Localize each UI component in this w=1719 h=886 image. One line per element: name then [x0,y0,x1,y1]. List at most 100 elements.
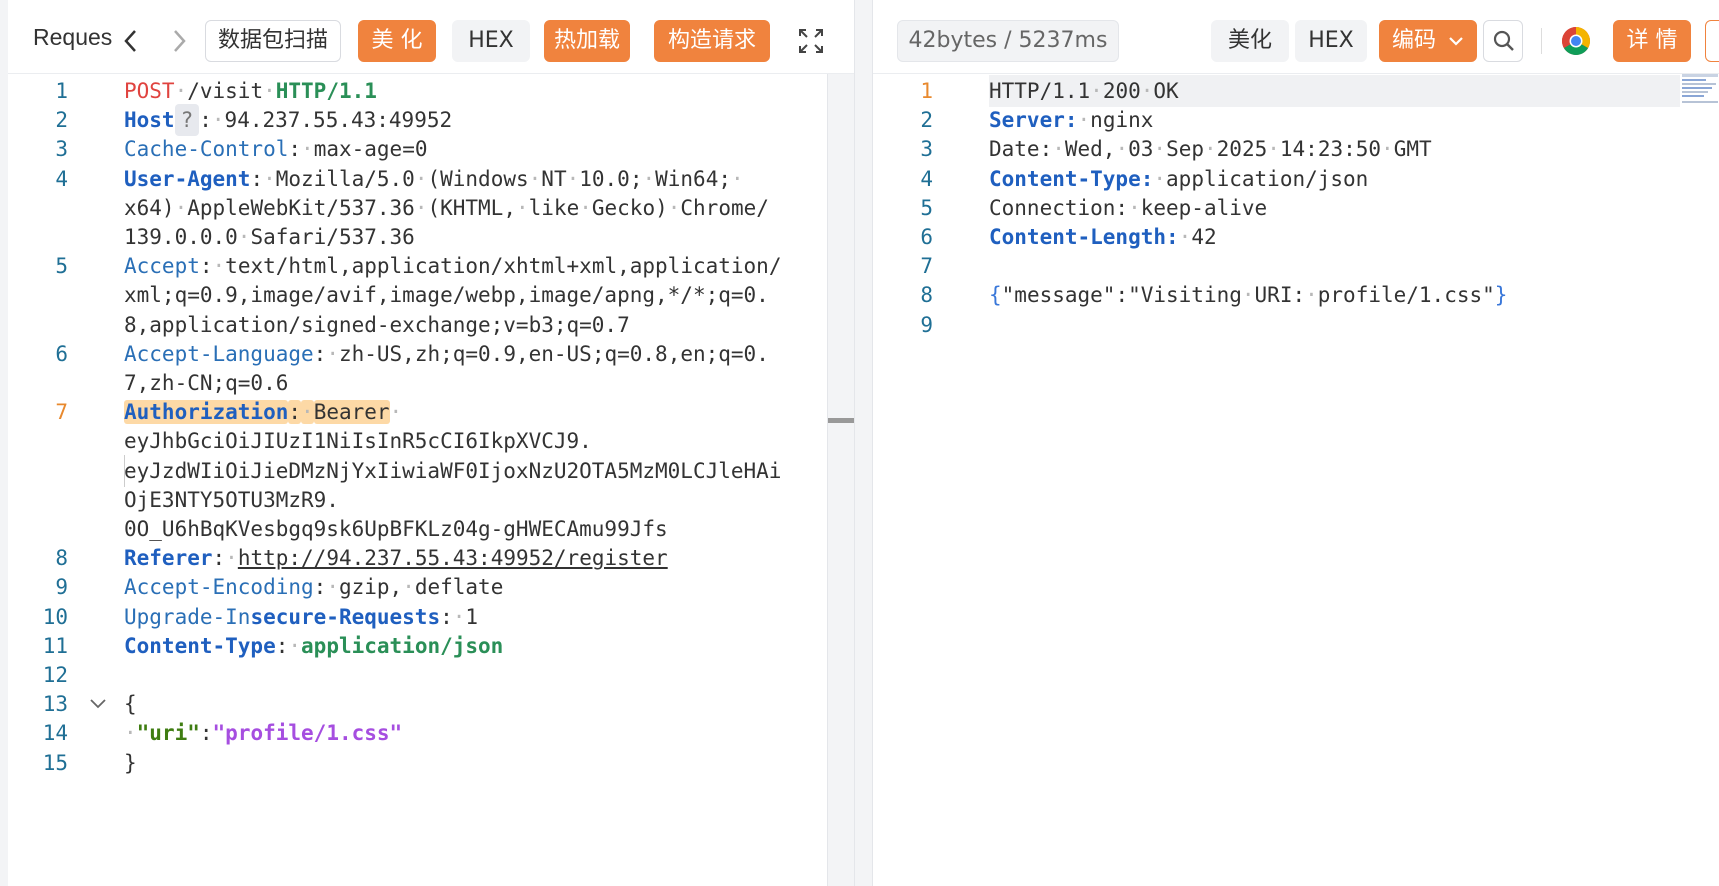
response-beautify-button[interactable]: 美化 [1211,20,1289,62]
line-number: 6 [55,341,68,366]
code-token: HTTP/1.1 [989,79,1091,103]
code-token: · [301,137,314,162]
code-token: OK [1153,79,1179,103]
construct-request-button[interactable]: 构造请求 [654,20,770,62]
code-token: POST [124,79,175,103]
line-number: 5 [920,195,933,220]
code-token: "message":"Visiting [1001,283,1242,308]
search-button[interactable] [1483,20,1523,62]
code-token: · [579,195,592,220]
code-line: Accept-Language:·zh-US,zh;q=0.9,en-US;q=… [124,338,769,370]
code-token: Safari/537.36 [250,225,415,249]
line-number: 3 [920,137,933,162]
code-token: Accept [124,254,200,279]
line-number: 13 [42,692,68,717]
code-token: : [288,137,302,162]
code-line: } [124,747,137,779]
more-button[interactable] [1705,20,1719,62]
code-token: { [989,283,1002,308]
code-token: · [1128,195,1141,220]
packet-scan-button[interactable]: 数据包扫描 [205,20,341,62]
code-token: · [452,604,466,629]
response-editor[interactable]: 1 HTTP/1.1·200·OK 2 Server:·nginx 3 Date:·Wed… [873,74,1719,886]
hot-load-button[interactable]: 热加载 [544,20,630,62]
code-token: (Windows [427,166,529,191]
code-token: "uri" [136,721,200,746]
code-token: : [212,546,226,571]
code-token: · [402,575,415,600]
code-token: text/html,application/xhtml+xml,applicat… [225,254,782,279]
line-number: 1 [55,79,68,103]
code-token: (KHTML, [427,195,516,220]
code-token: { [124,692,137,717]
help-badge[interactable]: ? [174,104,200,137]
minimap[interactable] [1682,74,1718,104]
beautify-button[interactable]: 美 化 [358,20,436,62]
code-token: Upgrade-In [124,604,251,629]
chevron-left-icon[interactable] [118,26,144,56]
code-token: Connection: [989,195,1129,220]
code-line: Server:·nginx [989,104,1153,136]
code-token: NT [541,166,567,191]
line-number: 9 [920,312,933,337]
code-token: 8,application/signed-exchange;v=b3;q=0.7 [124,312,630,337]
fullscreen-icon[interactable] [798,28,824,54]
code-line: {"message":"Visiting·URI:·profile/1.css"… [989,279,1507,311]
code-token: Content-Length: [989,225,1179,249]
code-token: Server: [989,108,1078,133]
line-number: 9 [55,575,68,600]
code-token: deflate [414,575,504,600]
encode-dropdown[interactable]: 编码 [1379,20,1477,62]
search-icon [1493,30,1514,51]
response-hex-button[interactable]: HEX [1295,20,1367,62]
details-button[interactable]: 详 情 [1613,20,1691,62]
code-token: eyJzdWIiOiJieDMzNjYxIiwiaWF0IjoxNzU2OTA5… [124,458,782,483]
code-token: OjE3NTY5OTU3MzR9. [124,487,339,512]
code-token: · [1178,225,1192,249]
code-token: application/json [301,633,504,658]
chevron-right-icon[interactable] [166,26,192,56]
scrollbar-thumb[interactable] [828,418,854,423]
code-token: Authorization [124,400,289,425]
code-token: max-age=0 [313,137,428,162]
response-panel: 42bytes / 5237ms 美化 HEX 编码 详 情 1 HTTP/1.1… [872,0,1719,886]
code-line: xml;q=0.9,image/avif,image/webp,image/ap… [124,279,769,311]
code-line: 0O_U6hBqKVesbgq9sk6UpBFKLz04g-gHWECAmu99… [124,513,668,545]
code-token: Sep [1166,137,1204,162]
request-scrollbar[interactable] [827,74,854,886]
code-token: Bearer [313,400,390,425]
code-token: : [313,341,327,366]
code-token: · [389,400,403,425]
code-token: URI: [1254,283,1306,308]
fold-chevron-icon[interactable] [88,697,108,711]
code-token: · [326,341,339,366]
code-token: : [288,400,302,425]
code-token: Cache-Control [124,137,289,162]
line-number: 8 [920,283,933,308]
code-line: eyJhbGciOiJIUzI1NiIsInR5cCI6IkpXVCJ9. [124,425,592,457]
code-token: · [263,166,276,191]
code-token: 0O_U6hBqKVesbgq9sk6UpBFKLz04g-gHWECAmu99… [124,517,668,541]
code-token: HTTP/1.1 [275,79,377,103]
code-token: Referer [124,546,213,571]
code-token: application/json [1166,166,1369,191]
chrome-icon[interactable] [1561,26,1591,56]
code-line: Upgrade-Insecure-Requests:·1 [124,601,478,633]
request-editor[interactable]: 1 POST·/visit·HTTP/1.1 2 Host?:·94.237.55.4… [8,74,854,886]
line-number: 6 [920,225,933,249]
code-token: 1 [465,604,479,629]
code-token: profile/1.css" [1317,283,1495,308]
code-token: · [1090,79,1103,103]
line-number: 11 [42,633,68,658]
code-token: · [515,195,529,220]
hex-button[interactable]: HEX [452,20,530,62]
code-token: · [263,79,276,103]
code-token: x64) [124,195,175,220]
code-token: Wed, [1064,137,1116,162]
code-token: User-Agent [124,166,251,191]
code-token: · [326,575,339,600]
code-token: } [1494,283,1508,308]
toolbar-divider [1541,28,1542,54]
line-number: 2 [55,108,68,133]
code-line: Content-Type:·application/json [124,630,503,662]
